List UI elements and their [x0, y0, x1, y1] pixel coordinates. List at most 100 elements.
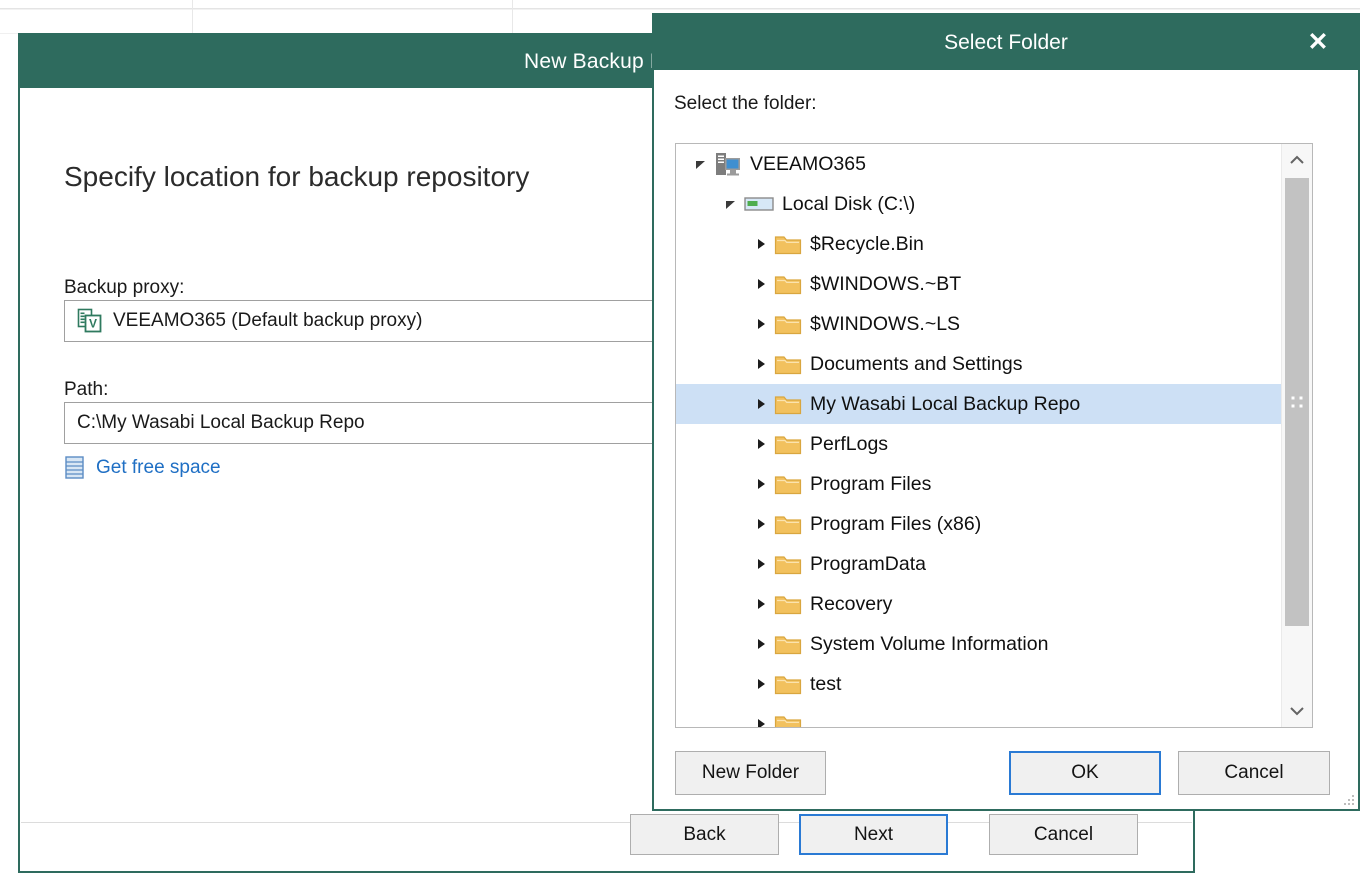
tree-item-label: VEEAMO365 — [750, 152, 866, 175]
tree-item[interactable]: Recovery — [676, 584, 1281, 624]
tree-twisty[interactable] — [748, 437, 774, 451]
folder-tree-viewport: VEEAMO365 Local Disk (C:\) $Recycle.Bin $WI… — [676, 144, 1281, 727]
chevron-up-icon[interactable] — [1282, 144, 1312, 176]
tree-twisty[interactable] — [748, 677, 774, 691]
folder-icon — [774, 715, 802, 727]
tree-item[interactable]: $Recycle.Bin — [676, 224, 1281, 264]
dialog-prompt: Select the folder: — [674, 93, 817, 114]
veeam-proxy-icon: V — [77, 308, 102, 333]
svg-text:V: V — [89, 317, 97, 331]
folder-icon — [774, 515, 802, 534]
tree-item[interactable]: test — [676, 664, 1281, 704]
close-icon[interactable]: ✕ — [1296, 15, 1340, 70]
twisty-collapsed-icon[interactable] — [754, 437, 768, 451]
folder-icon — [774, 635, 802, 654]
tree-item[interactable]: VEEAMO365 — [676, 144, 1281, 184]
next-button[interactable]: Next — [799, 814, 948, 855]
folder-tree[interactable]: VEEAMO365 Local Disk (C:\) $Recycle.Bin $WI… — [675, 143, 1313, 728]
tree-twisty[interactable] — [748, 357, 774, 371]
twisty-collapsed-icon[interactable] — [754, 397, 768, 411]
chevron-down-icon[interactable] — [1282, 695, 1312, 727]
background-rule — [0, 9, 1360, 10]
tree-twisty[interactable] — [688, 157, 714, 171]
tree-item-label: $WINDOWS.~LS — [810, 312, 961, 335]
tree-item[interactable]: Local Disk (C:\) — [676, 184, 1281, 224]
scrollbar-grip-icon — [1291, 396, 1303, 408]
backup-proxy-value: VEEAMO365 (Default backup proxy) — [113, 310, 423, 331]
twisty-expanded-icon[interactable] — [724, 197, 738, 211]
tree-twisty[interactable] — [748, 277, 774, 291]
tree-twisty[interactable] — [748, 557, 774, 571]
twisty-collapsed-icon[interactable] — [754, 277, 768, 291]
get-free-space-link[interactable]: Get free space — [64, 455, 221, 480]
tree-item[interactable] — [676, 704, 1281, 727]
tree-item-label: Local Disk (C:\) — [782, 192, 916, 215]
folder-icon — [774, 475, 802, 494]
tree-twisty[interactable] — [748, 597, 774, 611]
folder-icon — [774, 315, 802, 334]
database-icon — [65, 456, 84, 479]
back-button[interactable]: Back — [630, 814, 779, 855]
computer-icon — [716, 153, 740, 176]
tree-item[interactable]: Program Files (x86) — [676, 504, 1281, 544]
twisty-collapsed-icon[interactable] — [754, 557, 768, 571]
folder-icon — [774, 595, 802, 614]
folder-icon — [774, 355, 802, 374]
tree-twisty[interactable] — [748, 517, 774, 531]
tree-item-label: Documents and Settings — [810, 352, 1023, 375]
tree-item[interactable]: System Volume Information — [676, 624, 1281, 664]
new-folder-button[interactable]: New Folder — [675, 751, 826, 795]
backup-proxy-label: Backup proxy: — [64, 277, 185, 298]
twisty-expanded-icon[interactable] — [694, 157, 708, 171]
tree-item[interactable]: Documents and Settings — [676, 344, 1281, 384]
dialog-titlebar: Select Folder ✕ — [654, 15, 1358, 70]
tree-twisty[interactable] — [748, 477, 774, 491]
tree-twisty[interactable] — [748, 397, 774, 411]
twisty-collapsed-icon[interactable] — [754, 597, 768, 611]
twisty-collapsed-icon[interactable] — [754, 717, 768, 727]
cancel-button[interactable]: Cancel — [989, 814, 1138, 855]
tree-item[interactable]: $WINDOWS.~LS — [676, 304, 1281, 344]
tree-item-label: $WINDOWS.~BT — [810, 272, 962, 295]
get-free-space-label: Get free space — [96, 456, 221, 478]
folder-icon — [774, 275, 802, 294]
twisty-collapsed-icon[interactable] — [754, 677, 768, 691]
tree-item-selected[interactable]: My Wasabi Local Backup Repo — [676, 384, 1281, 424]
page-title: Specify location for backup repository — [64, 161, 530, 192]
twisty-collapsed-icon[interactable] — [754, 357, 768, 371]
scrollbar-thumb[interactable] — [1285, 178, 1309, 626]
tree-twisty[interactable] — [748, 317, 774, 331]
path-value: C:\My Wasabi Local Backup Repo — [77, 412, 365, 433]
folder-icon — [774, 395, 802, 414]
tree-item-label: $Recycle.Bin — [810, 232, 924, 255]
twisty-collapsed-icon[interactable] — [754, 477, 768, 491]
tree-twisty[interactable] — [748, 717, 774, 727]
tree-item-label: test — [810, 672, 842, 695]
tree-item-label: Program Files (x86) — [810, 512, 982, 535]
tree-twisty[interactable] — [718, 197, 744, 211]
background-gridline — [192, 0, 193, 34]
folder-icon — [774, 235, 802, 254]
tree-twisty[interactable] — [748, 237, 774, 251]
twisty-collapsed-icon[interactable] — [754, 237, 768, 251]
tree-item[interactable]: Program Files — [676, 464, 1281, 504]
tree-twisty[interactable] — [748, 637, 774, 651]
resize-grip-icon[interactable] — [1340, 791, 1354, 805]
tree-item-label: Recovery — [810, 592, 893, 615]
select-folder-dialog: Select Folder ✕ Select the folder: VEEAM… — [652, 13, 1360, 811]
path-label: Path: — [64, 379, 109, 400]
twisty-collapsed-icon[interactable] — [754, 517, 768, 531]
ok-button[interactable]: OK — [1009, 751, 1161, 795]
tree-item-label: ProgramData — [810, 552, 926, 575]
twisty-collapsed-icon[interactable] — [754, 317, 768, 331]
tree-item-label: PerfLogs — [810, 432, 889, 455]
tree-item[interactable]: $WINDOWS.~BT — [676, 264, 1281, 304]
tree-item[interactable]: ProgramData — [676, 544, 1281, 584]
tree-scrollbar[interactable] — [1281, 144, 1312, 727]
tree-item[interactable]: PerfLogs — [676, 424, 1281, 464]
folder-icon — [774, 435, 802, 454]
background-gridline — [512, 0, 513, 34]
dialog-title: Select Folder — [944, 30, 1068, 54]
twisty-collapsed-icon[interactable] — [754, 637, 768, 651]
dialog-cancel-button[interactable]: Cancel — [1178, 751, 1330, 795]
